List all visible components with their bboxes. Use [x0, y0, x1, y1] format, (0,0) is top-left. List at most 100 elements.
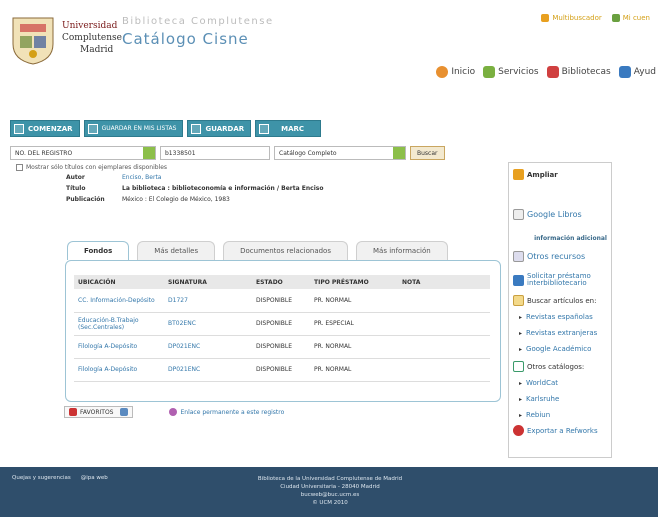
google-libros-link[interactable]: Google Libros [513, 209, 582, 220]
guardar-label: GUARDAR [205, 124, 245, 133]
guardar-listas-label: GUARDAR EN MIS LISTAS [101, 125, 177, 132]
mi-cuenta-link[interactable]: Mi cuen [611, 14, 650, 22]
favoritos-label: FAVORITOS [80, 408, 114, 416]
main-nav: Inicio Servicios Bibliotecas Ayud [436, 66, 656, 78]
page-footer: Quejas y sugerencias @ipa web Biblioteca… [0, 467, 658, 517]
search-bar: NO. DEL REGISTRO b1338501 Catálogo Compl… [10, 146, 445, 160]
callnumber-link[interactable]: DP021ENC [164, 335, 252, 359]
rebiun-link[interactable]: Rebiun [519, 411, 550, 419]
user-icon [611, 14, 620, 22]
permalink-label: Enlace permanente a este registro [180, 408, 285, 416]
callnumber-link[interactable]: BT02ENC [164, 312, 252, 336]
title-value: La biblioteca : biblioteconomía e inform… [122, 185, 324, 192]
page-header: Universidad Complutense Madrid Bibliotec… [0, 0, 658, 95]
location-link[interactable]: Filología A-Depósito [74, 335, 164, 359]
nav-bibliotecas-label: Bibliotecas [561, 67, 611, 77]
comenzar-button[interactable]: COMENZAR [10, 120, 80, 137]
tab-fondos[interactable]: Fondos [67, 241, 130, 260]
tab-mas-informacion[interactable]: Más información [356, 241, 448, 260]
nav-inicio[interactable]: Inicio [436, 66, 475, 78]
solicitar-label: Solicitar préstamo interbibliotecario [527, 272, 591, 287]
status-cell: DISPONIBLE [252, 335, 310, 359]
publication-value: México : El Colegio de México, 1983 [122, 196, 230, 203]
holdings-header-row: UBICACIÓN SIGNATURA ESTADO TIPO PRÉSTAMO… [74, 275, 490, 289]
library-icon [546, 66, 559, 78]
status-cell: DISPONIBLE [252, 289, 310, 313]
search-field-select[interactable]: NO. DEL REGISTRO [10, 146, 156, 160]
ipa-web-link[interactable]: @ipa web [81, 475, 108, 481]
publication-row: Publicación México : El Colegio de Méxic… [66, 194, 323, 205]
location-link[interactable]: Filología A-Depósito [74, 358, 164, 382]
otros-catalogos-header: Otros catálogos: [513, 361, 584, 372]
exportar-refworks-link[interactable]: Exportar a Refworks [513, 425, 598, 436]
loan-type-cell: PR. NORMAL [310, 358, 398, 382]
footer-links: Quejas y sugerencias @ipa web [12, 475, 108, 481]
callnumber-link[interactable]: D1727 [164, 289, 252, 313]
multibuscador-label: Multibuscador [552, 14, 602, 22]
multibuscador-link[interactable]: Multibuscador [541, 14, 602, 22]
university-name[interactable]: Universidad Complutense Madrid [62, 20, 122, 56]
callnumber-link[interactable]: DP021ENC [164, 358, 252, 382]
note-cell [398, 312, 490, 336]
holdings-table: UBICACIÓN SIGNATURA ESTADO TIPO PRÉSTAMO… [74, 275, 490, 382]
buscar-button[interactable]: Buscar [410, 146, 445, 160]
resources-icon [513, 251, 524, 262]
karlsruhe-link[interactable]: Karlsruhe [519, 395, 559, 403]
footer-line-1: Biblioteca de la Universidad Complutense… [257, 476, 403, 482]
tab-mas-detalles[interactable]: Más detalles [137, 241, 216, 260]
comenzar-label: COMENZAR [28, 124, 73, 133]
solicitar-prestamo-link[interactable]: Solicitar préstamo interbibliotecario [513, 273, 611, 287]
nav-servicios[interactable]: Servicios [483, 66, 539, 78]
puzzle-icon [513, 169, 524, 180]
google-academico-link[interactable]: Google Académico [519, 345, 591, 353]
note-cell [398, 289, 490, 313]
table-row: Filología A-Depósito DP021ENC DISPONIBLE… [74, 358, 490, 382]
title-label: Título [66, 185, 86, 192]
check-icon [191, 123, 202, 134]
publication-label: Publicación [66, 196, 105, 203]
table-row: Filología A-Depósito DP021ENC DISPONIBLE… [74, 335, 490, 359]
status-cell: DISPONIBLE [252, 358, 310, 382]
revistas-extranjeras-link[interactable]: Revistas extranjeras [519, 329, 597, 337]
scope-select[interactable]: Catálogo Completo [274, 146, 406, 160]
favoritos-button[interactable]: FAVORITOS [64, 406, 134, 418]
multibuscador-icon [541, 14, 550, 22]
author-link[interactable]: Enciso, Berta [122, 172, 161, 183]
location-link[interactable]: Educación-B.Trabajo (Sec.Centrales) [74, 312, 164, 336]
location-link[interactable]: CC. Información-Depósito [74, 289, 164, 313]
tab-documentos-relacionados[interactable]: Documentos relacionados [223, 241, 348, 260]
guardar-listas-button[interactable]: GUARDAR EN MIS LISTAS [83, 120, 184, 137]
worldcat-link[interactable]: WorldCat [519, 379, 558, 387]
footer-email[interactable]: bucweb@buc.ucm.es [230, 491, 430, 499]
nav-ayuda[interactable]: Ayud [618, 66, 656, 78]
university-crest-icon [12, 17, 54, 65]
share-icon [120, 408, 129, 416]
university-line-1: Universidad [62, 21, 118, 31]
list-icon [87, 123, 98, 134]
col-signatura: SIGNATURA [164, 275, 252, 289]
note-cell [398, 358, 490, 382]
table-row: Educación-B.Trabajo (Sec.Centrales) BT02… [74, 312, 490, 336]
available-only-checkbox[interactable] [16, 164, 23, 171]
nav-ayuda-label: Ayud [633, 67, 656, 77]
ampliar-link[interactable]: Ampliar [513, 169, 558, 180]
revistas-espanolas-link[interactable]: Revistas españolas [519, 313, 593, 321]
search-input[interactable]: b1338501 [160, 146, 270, 160]
guardar-button[interactable]: GUARDAR [187, 120, 252, 137]
nav-bibliotecas[interactable]: Bibliotecas [546, 66, 611, 78]
record-details: Autor Enciso, Berta Título La biblioteca… [66, 172, 323, 205]
holdings-panel: UBICACIÓN SIGNATURA ESTADO TIPO PRÉSTAMO… [65, 260, 501, 402]
otros-recursos-link[interactable]: Otros recursos [513, 251, 585, 262]
permalink-link[interactable]: Enlace permanente a este registro [169, 408, 284, 416]
search-field-value: NO. DEL REGISTRO [15, 149, 73, 157]
col-estado: ESTADO [252, 275, 310, 289]
catalog-title[interactable]: Catálogo Cisne [122, 30, 249, 48]
marc-button[interactable]: MARC [255, 120, 322, 137]
mi-cuenta-label: Mi cuen [622, 14, 650, 22]
catalog-icon [513, 361, 524, 372]
books-icon [483, 66, 496, 78]
home-icon [14, 123, 24, 134]
feedback-link[interactable]: Quejas y sugerencias [12, 475, 71, 481]
search-input-value: b1338501 [165, 149, 196, 157]
footer-address: Biblioteca de la Universidad Complutense… [230, 475, 430, 507]
